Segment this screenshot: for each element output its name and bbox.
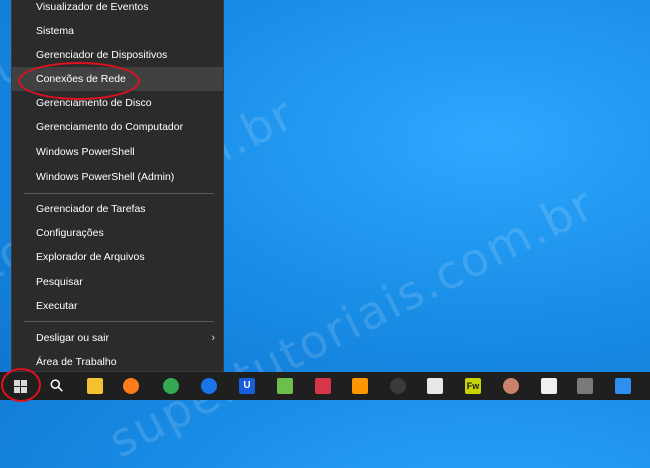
sublime-text-icon bbox=[352, 378, 368, 394]
notepad-icon bbox=[277, 378, 293, 394]
chevron-right-icon: › bbox=[211, 332, 215, 344]
highlight-circle bbox=[18, 62, 140, 100]
bitwarden-taskbar-button[interactable]: U bbox=[232, 372, 262, 400]
menu-item-label: Gerenciamento do Computador bbox=[36, 121, 184, 133]
chrome-icon bbox=[163, 378, 179, 394]
search-icon: ⚲ bbox=[45, 374, 68, 397]
cleaning-icon bbox=[541, 378, 557, 394]
menu-item-desktop[interactable]: Área de Trabalho bbox=[12, 350, 223, 374]
menu-item-label: Gerenciador de Dispositivos bbox=[36, 49, 168, 61]
file-explorer-icon bbox=[87, 378, 103, 394]
menu-item-label: Windows PowerShell bbox=[36, 146, 135, 158]
menu-item-label: Pesquisar bbox=[36, 276, 83, 288]
obs-icon bbox=[390, 378, 406, 394]
menu-item-powershell-admin[interactable]: Windows PowerShell (Admin) bbox=[12, 165, 223, 189]
menu-item-device-manager[interactable]: Gerenciador de Dispositivos bbox=[12, 43, 223, 67]
fireworks-taskbar-button[interactable]: Fw bbox=[458, 372, 488, 400]
search-button[interactable]: ⚲ bbox=[42, 372, 72, 400]
calculator-taskbar-button[interactable] bbox=[570, 372, 600, 400]
obs-taskbar-button[interactable] bbox=[383, 372, 413, 400]
power-user-menu: Visualizador de Eventos Sistema Gerencia… bbox=[11, 0, 224, 372]
menu-item-label: Gerenciador de Tarefas bbox=[36, 203, 146, 215]
firefox-icon bbox=[123, 378, 139, 394]
menu-item-system[interactable]: Sistema bbox=[12, 19, 223, 43]
calculator-icon bbox=[577, 378, 593, 394]
notepad-taskbar-button[interactable] bbox=[270, 372, 300, 400]
menu-item-settings[interactable]: Configurações bbox=[12, 221, 223, 245]
file-explorer-taskbar-button[interactable] bbox=[80, 372, 110, 400]
mail-taskbar-button[interactable] bbox=[608, 372, 638, 400]
inkscape-icon bbox=[427, 378, 443, 394]
menu-divider bbox=[24, 193, 214, 194]
menu-item-search[interactable]: Pesquisar bbox=[12, 270, 223, 294]
menu-item-label: Sistema bbox=[36, 25, 74, 37]
menu-item-powershell[interactable]: Windows PowerShell bbox=[12, 140, 223, 164]
inkscape-taskbar-button[interactable] bbox=[420, 372, 450, 400]
gimp-icon bbox=[503, 378, 519, 394]
bitwarden-icon: U bbox=[239, 378, 255, 394]
menu-item-label: Área de Trabalho bbox=[36, 356, 117, 368]
menu-item-event-viewer[interactable]: Visualizador de Eventos bbox=[12, 0, 223, 19]
chrome-taskbar-button[interactable] bbox=[156, 372, 186, 400]
gimp-taskbar-button[interactable] bbox=[496, 372, 526, 400]
sublime-text-taskbar-button[interactable] bbox=[345, 372, 375, 400]
menu-item-run[interactable]: Executar bbox=[12, 294, 223, 318]
menu-divider bbox=[24, 321, 214, 322]
menu-item-label: Executar bbox=[36, 300, 78, 312]
menu-item-shutdown[interactable]: Desligar ou sair › bbox=[12, 326, 223, 350]
paint-taskbar-button[interactable] bbox=[308, 372, 338, 400]
menu-item-label: Visualizador de Eventos bbox=[36, 1, 149, 13]
menu-item-label: Configurações bbox=[36, 227, 104, 239]
taskbar: ⚲ U Fw bbox=[0, 372, 650, 400]
menu-item-label: Windows PowerShell (Admin) bbox=[36, 171, 175, 183]
menu-item-task-manager[interactable]: Gerenciador de Tarefas bbox=[12, 197, 223, 221]
chrome-beta-taskbar-button[interactable] bbox=[194, 372, 224, 400]
highlight-circle bbox=[1, 368, 41, 402]
firefox-taskbar-button[interactable] bbox=[116, 372, 146, 400]
fireworks-icon: Fw bbox=[465, 378, 481, 394]
chrome-beta-icon bbox=[201, 378, 217, 394]
menu-item-computer-management[interactable]: Gerenciamento do Computador bbox=[12, 115, 223, 139]
mail-icon bbox=[615, 378, 631, 394]
menu-item-file-explorer[interactable]: Explorador de Arquivos bbox=[12, 245, 223, 269]
menu-item-label: Explorador de Arquivos bbox=[36, 251, 145, 263]
cleaning-taskbar-button[interactable] bbox=[534, 372, 564, 400]
paint-icon bbox=[315, 378, 331, 394]
menu-item-label: Desligar ou sair bbox=[36, 332, 109, 344]
